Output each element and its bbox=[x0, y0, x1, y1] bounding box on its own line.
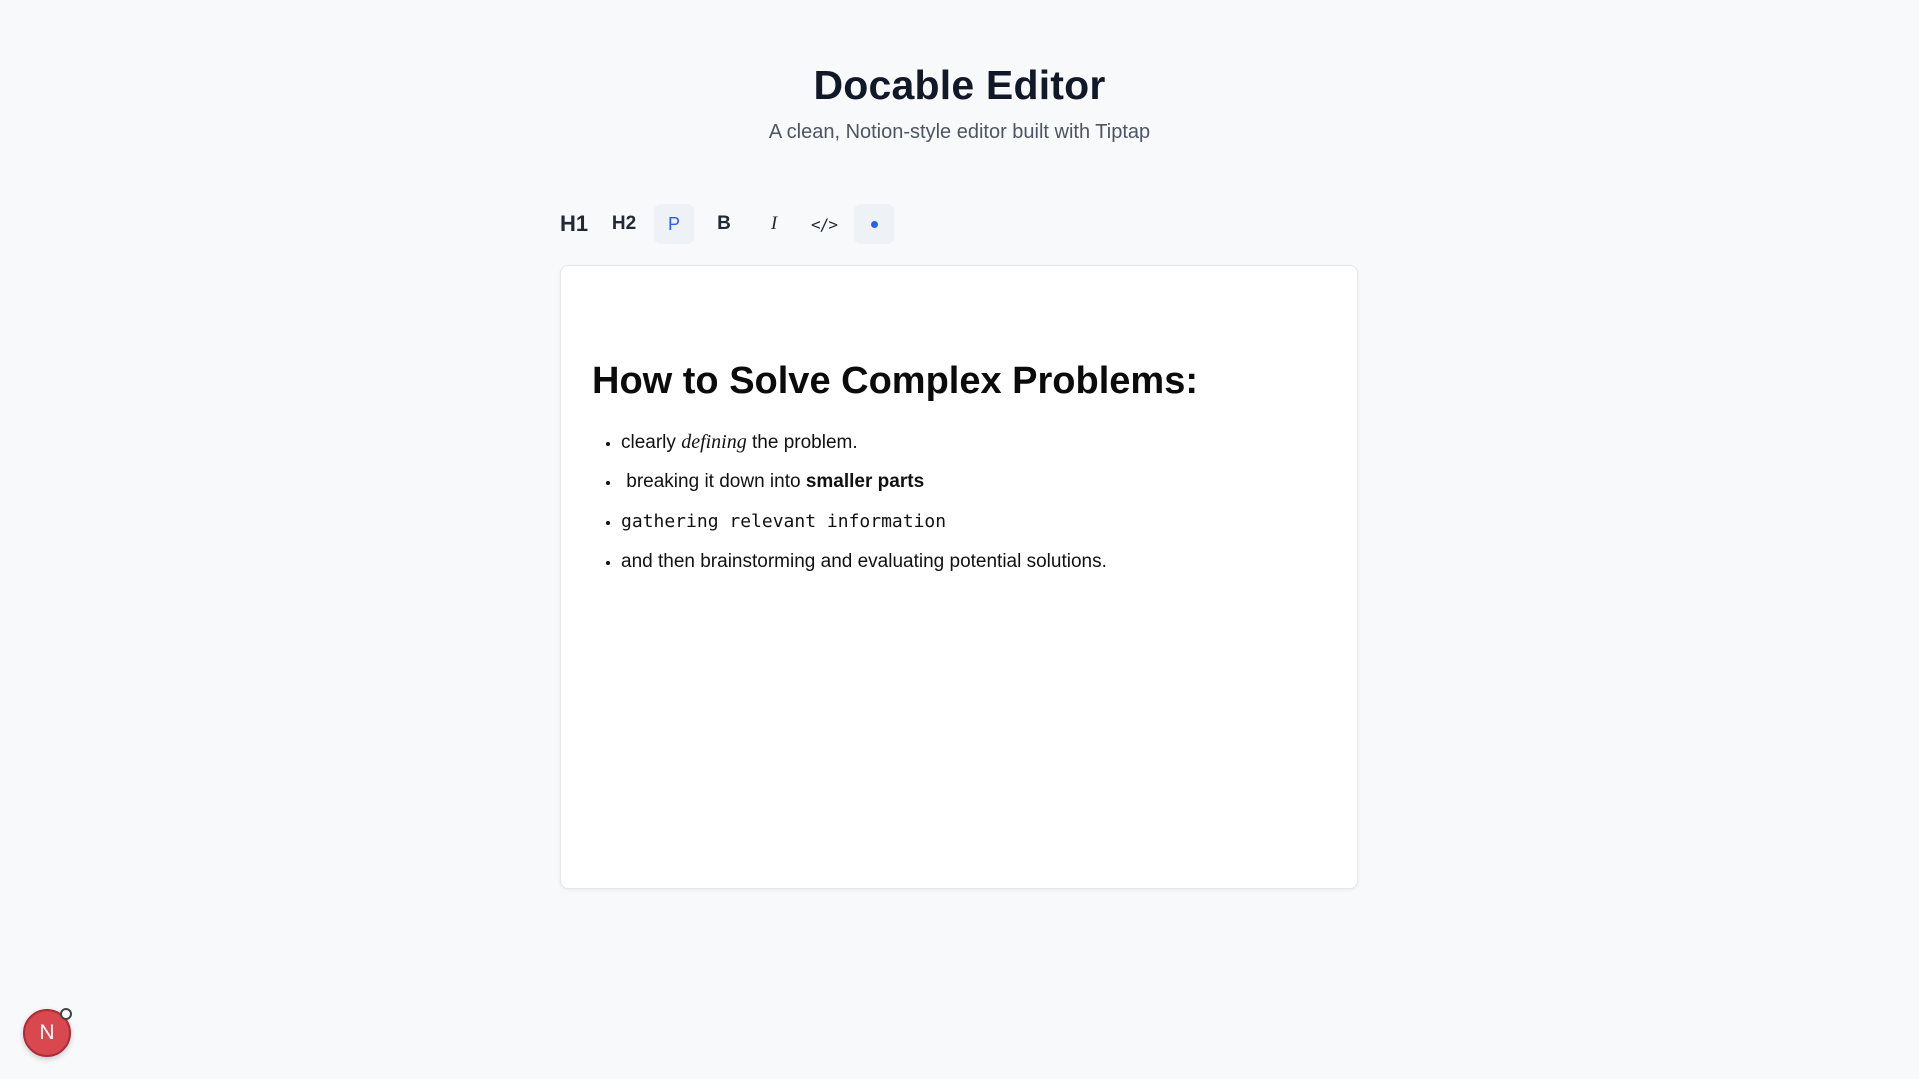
bullet-list-icon bbox=[870, 220, 878, 228]
code-button[interactable]: </> bbox=[804, 204, 844, 244]
list-item[interactable]: and then brainstorming and evaluating po… bbox=[621, 542, 1107, 582]
italic-button[interactable]: I bbox=[754, 204, 794, 244]
heading-1-button[interactable]: H1 bbox=[554, 204, 594, 244]
avatar-initial: N bbox=[39, 1021, 55, 1044]
status-indicator bbox=[60, 1008, 72, 1020]
bullet-list-button[interactable] bbox=[854, 204, 894, 244]
list-item-text: clearly bbox=[621, 432, 682, 453]
page-title: Docable Editor bbox=[813, 62, 1106, 108]
page: Docable Editor A clean, Notion-style edi… bbox=[0, 0, 1919, 1079]
list-item[interactable]: clearly defining the problem. bbox=[621, 422, 1107, 462]
page-header: Docable Editor A clean, Notion-style edi… bbox=[0, 58, 1919, 144]
inline-code: gathering relevant information bbox=[621, 511, 947, 532]
heading-2-button[interactable]: H2 bbox=[604, 204, 644, 244]
list-item-text: breaking it down into bbox=[621, 471, 806, 492]
avatar[interactable]: N bbox=[23, 1008, 72, 1057]
bold-button[interactable]: B bbox=[704, 204, 744, 244]
list-item[interactable]: breaking it down into smaller parts bbox=[621, 462, 1107, 502]
italic-text: defining bbox=[681, 431, 747, 453]
paragraph-button[interactable]: P bbox=[654, 204, 694, 244]
document-heading[interactable]: How to Solve Complex Problems: bbox=[592, 358, 1198, 404]
bullet-list: clearly defining the problem. breaking i… bbox=[591, 422, 1107, 582]
formatting-toolbar: H1 H2 P B I </> bbox=[554, 204, 894, 244]
page-subtitle: A clean, Notion-style editor built with … bbox=[768, 121, 1151, 143]
editor-content[interactable]: How to Solve Complex Problems: clearly d… bbox=[560, 265, 1358, 889]
list-item[interactable]: gathering relevant information bbox=[621, 502, 1107, 542]
list-item-text: the problem. bbox=[746, 432, 858, 453]
bold-text: smaller parts bbox=[805, 471, 925, 492]
list-item-text: and then brainstorming and evaluating po… bbox=[621, 551, 1107, 572]
